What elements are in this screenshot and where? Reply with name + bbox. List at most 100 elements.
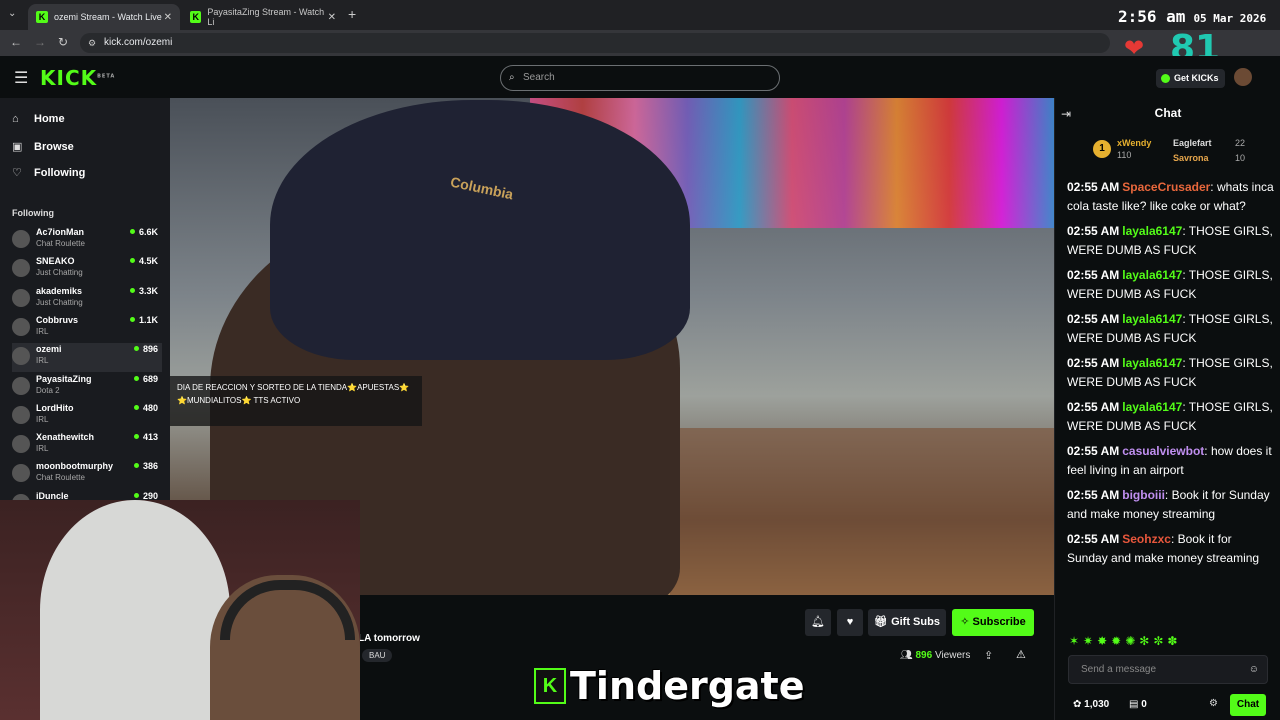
channel-avatar [12,376,30,395]
close-tab-icon[interactable]: ✕ [328,12,336,23]
leader-name[interactable]: xWendy [1117,138,1151,148]
sidebar-item-browse[interactable]: ▣ Browse [12,140,74,153]
stream-tag[interactable]: BAU [362,649,393,662]
browser-tab-strip: ⌄ K ozemi Stream - Watch Live ✕ K Payasi… [0,0,1280,30]
chat-message-input[interactable]: Send a message ☺ [1068,655,1268,684]
chat-message: 02:55 AM SpaceCrusader: whats inca cola t… [1067,178,1275,216]
viewers-label: Viewers [934,650,971,661]
points-display[interactable]: ✿ 1,030 [1073,699,1109,710]
sidebar-item-home[interactable]: ⌂ Home [12,113,65,125]
following-item[interactable]: Cobbruvs IRL 1.1K [12,314,162,343]
url-field[interactable]: ⚙ kick.com/ozemi [80,33,1110,53]
notification-bell-button[interactable]: 🔔︎ [805,609,831,636]
channel-name: SNEAKO [36,256,75,267]
channel-name: moonbootmurphy [36,461,113,472]
channel-viewers: 1.1K [130,315,158,325]
channel-category: Just Chatting [36,297,83,307]
following-item[interactable]: akademiks Just Chatting 3.3K [12,285,162,314]
report-icon[interactable]: ⚠ [1016,648,1026,661]
channel-viewers: 4.5K [130,256,158,266]
message-user[interactable]: layala6147 [1122,268,1182,282]
search-icon: ⌕ [509,72,515,83]
url-text: kick.com/ozemi [104,37,173,48]
logo-text: KICK [40,66,98,90]
channel-avatar [12,288,30,307]
message-time: 02:55 AM [1067,532,1120,546]
message-time: 02:55 AM [1067,312,1120,326]
channel-category: Dota 2 [36,385,60,395]
stream-overlay-text: DIA DE REACCION Y SORTEO DE LA TIENDA⭐AP… [170,376,422,426]
get-kicks-button[interactable]: Get KICKs [1156,69,1225,88]
bell-icon: 🔔︎ [811,616,825,628]
kick-favicon-icon: K [36,11,48,23]
leader-value: 10 [1235,153,1246,163]
reload-icon[interactable]: ↻ [58,35,68,49]
subscribe-button[interactable]: ✧ Subscribe [952,609,1034,636]
share-icon[interactable]: ⇪ [984,649,993,662]
channel-viewers: 896 [134,344,158,354]
gift-subs-button[interactable]: 🎁︎ Gift Subs [868,609,946,636]
message-user[interactable]: casualviewbot [1122,444,1204,458]
emote-bar[interactable]: ✶✷✸✹✺✻✼✽ [1069,634,1269,650]
message-user[interactable]: layala6147 [1122,356,1182,370]
message-user[interactable]: Seohzxc [1122,532,1171,546]
user-avatar[interactable] [1234,68,1252,86]
leader-name[interactable]: Eaglefart [1173,138,1212,148]
viewer-number: 896 [915,650,933,661]
search-input[interactable]: ⌕ Search [500,65,780,91]
rank-badge: 1 [1093,140,1111,158]
tickets-display[interactable]: ▤ 0 [1129,699,1147,710]
message-user[interactable]: SpaceCrusader [1122,180,1210,194]
message-user[interactable]: layala6147 [1122,400,1182,414]
sidebar-item-label: Home [34,113,65,125]
following-item[interactable]: SNEAKO Just Chatting 4.5K [12,255,162,284]
leader-value: 22 [1235,138,1246,148]
chat-messages: 02:55 AM SpaceCrusader: whats inca cola t… [1067,178,1275,574]
channel-viewers: 386 [134,461,158,471]
tab-payasitazing[interactable]: K PayasitaZing Stream - Watch Li ✕ [182,4,344,30]
kick-logo[interactable]: KICKBETA [40,66,115,90]
cafe-area [670,428,1054,595]
hat-brand-logo: Columbia [449,173,515,203]
message-user[interactable]: layala6147 [1122,224,1182,238]
emoji-icon[interactable]: ☺ [1249,656,1259,683]
heart-icon: ♡ [12,167,22,179]
chat-message: 02:55 AM layala6147: THOSE GIRLS, WERE DU… [1067,310,1275,348]
channel-viewers: 6.6K [130,227,158,237]
channel-category: IRL [36,326,49,336]
viewer-count: 👥︎ 896 Viewers [900,650,970,661]
message-time: 02:55 AM [1067,400,1120,414]
channel-viewers: 480 [134,403,158,413]
chat-message: 02:55 AM Seohzxc: Book it for Sunday and … [1067,530,1275,568]
following-item[interactable]: LordHito IRL 480 [12,402,162,431]
viewers-icon: 👥︎ [900,650,916,661]
channel-avatar [12,259,30,278]
sidebar-item-following[interactable]: ♡ Following [12,166,85,179]
ticket-icon: ▤ [1129,699,1142,710]
close-tab-icon[interactable]: ✕ [164,12,172,23]
following-item[interactable]: ozemi IRL 896 [12,343,162,373]
channel-avatar [12,347,30,366]
following-item[interactable]: Ac7ionMan Chat Roulette 6.6K [12,226,162,255]
following-item[interactable]: moonbootmurphy Chat Roulette 386 [12,460,162,489]
gear-icon[interactable]: ⚙ [1209,698,1218,709]
follow-button[interactable]: ♥ [837,609,863,636]
site-info-icon[interactable]: ⚙ [88,33,96,53]
tab-ozemi[interactable]: K ozemi Stream - Watch Live ✕ [28,4,180,30]
channel-category: IRL [36,356,49,366]
new-tab-icon[interactable]: + [348,6,356,22]
leader-name[interactable]: Savrona [1173,153,1209,163]
browse-icon: ▣ [12,141,23,153]
clock-overlay: 2:56 am 05 Mar 2026 [1118,7,1266,26]
following-item[interactable]: Xenathewitch IRL 413 [12,431,162,460]
tab-search-icon[interactable]: ⌄ [8,8,16,19]
message-user[interactable]: layala6147 [1122,312,1182,326]
channel-category: Chat Roulette [36,473,85,483]
message-user[interactable]: bigboiii [1122,488,1165,502]
send-chat-button[interactable]: Chat [1230,694,1266,716]
site-header: ☰ KICKBETA ⌕ Search Get KICKs [0,56,1280,98]
back-icon[interactable]: ← [10,35,22,49]
following-item[interactable]: PayasitaZing Dota 2 689 [12,373,162,402]
forward-icon[interactable]: → [34,35,46,49]
menu-icon[interactable]: ☰ [14,68,28,88]
